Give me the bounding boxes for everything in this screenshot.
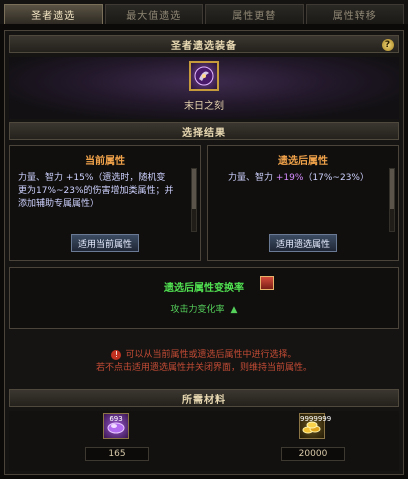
equipment-name: 末日之刻 bbox=[184, 101, 224, 112]
conversion-rate-title: 遗选后属性变换率 bbox=[164, 283, 244, 294]
tab-attribute-replace[interactable]: 属性更替 bbox=[205, 4, 304, 24]
main-panel: 圣者遗选装备 ? 末日之刻 选择结果 当前属性 力量、智力 +15%（遗选时，随… bbox=[4, 30, 404, 475]
materials-section-title: 所需材料 bbox=[182, 394, 226, 406]
materials-area: 693 165 9999999 20000 bbox=[9, 411, 399, 471]
after-attribute-scrollbar[interactable] bbox=[389, 168, 395, 232]
material-badge: 9999999 bbox=[300, 415, 332, 423]
current-attribute-line: 添加辅助专属属性） bbox=[18, 199, 100, 209]
tab-bar: 圣者遗选 最大值遗选 属性更替 属性转移 bbox=[0, 0, 408, 24]
current-attribute-line: 更为17%~23%的伤害增加类属性；并 bbox=[18, 186, 174, 196]
tab-sage-reselect[interactable]: 圣者遗选 bbox=[4, 4, 103, 24]
result-section-header: 选择结果 bbox=[9, 122, 399, 140]
tab-attribute-transfer[interactable]: 属性转移 bbox=[305, 4, 404, 24]
after-attribute-label: 力量、智力 bbox=[228, 173, 276, 183]
current-attribute-panel: 当前属性 力量、智力 +15%（遗选时，随机变 更为17%~23%的伤害增加类属… bbox=[9, 145, 201, 261]
after-attribute-panel: 遗选后属性 力量、智力 +19%（17%~23%） 适用遗选属性 bbox=[207, 145, 399, 261]
attack-change-label: 攻击力变化率 bbox=[170, 305, 225, 315]
warning-icon: ! bbox=[111, 350, 122, 360]
after-attribute-text: 力量、智力 +19%（17%~23%） bbox=[228, 172, 396, 185]
apply-current-button[interactable]: 适用当前属性 bbox=[70, 234, 140, 252]
after-attribute-percent: +19% bbox=[275, 173, 304, 183]
material-value: 165 bbox=[85, 447, 149, 461]
arrow-up-icon: ▲ bbox=[230, 305, 238, 315]
conversion-rate-row: 攻击力变化率 ▲ bbox=[10, 302, 398, 315]
notice-line: 若不点击适用遗选属性并关闭界面，则维持当前属性。 bbox=[95, 363, 312, 373]
book-icon[interactable] bbox=[260, 276, 274, 290]
apply-reselect-button[interactable]: 适用遗选属性 bbox=[268, 234, 338, 252]
result-section-title: 选择结果 bbox=[182, 127, 226, 139]
current-attribute-line: 力量、智力 +15%（遗选时，随机变 bbox=[18, 173, 166, 183]
equip-section-header: 圣者遗选装备 ? bbox=[9, 35, 399, 53]
materials-section-header: 所需材料 bbox=[9, 389, 399, 407]
material-badge: 693 bbox=[109, 415, 123, 423]
weapon-icon bbox=[194, 66, 214, 86]
equipment-slot[interactable] bbox=[189, 61, 219, 91]
material-slot[interactable]: 9999999 bbox=[299, 413, 332, 439]
current-attribute-scrollbar[interactable] bbox=[191, 168, 197, 232]
material-slot[interactable]: 693 bbox=[103, 413, 129, 439]
notice-line: 可以从当前属性或遗选后属性中进行选择。 bbox=[125, 350, 297, 360]
after-attribute-title: 遗选后属性 bbox=[278, 156, 328, 167]
help-icon[interactable]: ? bbox=[382, 39, 394, 51]
notice-text: ! 可以从当前属性或遗选后属性中进行选择。 若不点击适用遗选属性并关闭界面，则维持… bbox=[9, 349, 399, 375]
material-value: 20000 bbox=[281, 447, 345, 461]
tab-max-reselect[interactable]: 最大值遗选 bbox=[104, 4, 203, 24]
current-attribute-title: 当前属性 bbox=[85, 156, 125, 167]
current-attribute-text: 力量、智力 +15%（遗选时，随机变 更为17%~23%的伤害增加类属性；并 添… bbox=[18, 172, 186, 211]
equipment-display: 末日之刻 bbox=[9, 57, 399, 119]
after-attribute-range: （17%~23%） bbox=[303, 173, 369, 183]
conversion-rate-panel: 遗选后属性变换率 攻击力变化率 ▲ bbox=[9, 267, 399, 329]
equip-section-title: 圣者遗选装备 bbox=[171, 40, 237, 52]
